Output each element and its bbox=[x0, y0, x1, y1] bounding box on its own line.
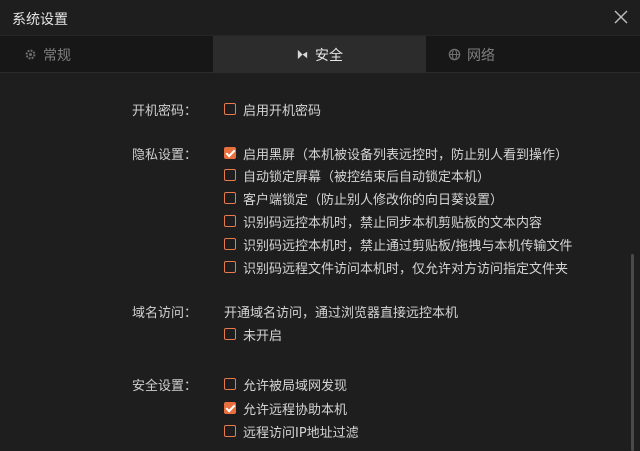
tab-network[interactable]: 网络 bbox=[426, 36, 639, 73]
option-label: 启用黑屏（本机被设备列表远控时，防止别人看到操作） bbox=[243, 147, 569, 163]
client-lock-checkbox[interactable] bbox=[224, 192, 236, 204]
enable-boot-password-option[interactable]: 启用开机密码 bbox=[224, 100, 322, 119]
disable-clipboard-file-transfer-checkbox[interactable] bbox=[224, 238, 236, 250]
disable-clipboard-text-sync-option[interactable]: 识别码远控本机时，禁止同步本机剪贴板的文本内容 bbox=[224, 212, 543, 231]
option-label: 未开启 bbox=[243, 328, 283, 344]
tab-general[interactable]: 常规 bbox=[0, 36, 213, 73]
close-icon bbox=[614, 10, 628, 24]
privacy-settings-label: 隐私设置： bbox=[132, 148, 198, 163]
option-label: 自动锁定屏幕（被控结束后自动锁定本机） bbox=[243, 169, 491, 185]
auto-lock-screen-option[interactable]: 自动锁定屏幕（被控结束后自动锁定本机） bbox=[224, 166, 491, 185]
gear-icon bbox=[25, 49, 36, 60]
settings-content: 开机密码： 启用开机密码 隐私设置： 启用黑屏（本机被设备列表远控时，防止别人看… bbox=[0, 74, 640, 451]
option-label: 允许远程协助本机 bbox=[243, 402, 348, 418]
enable-black-screen-checkbox[interactable] bbox=[224, 147, 236, 159]
close-button[interactable] bbox=[612, 8, 630, 26]
security-icon bbox=[297, 49, 308, 60]
vertical-scrollbar[interactable] bbox=[631, 254, 634, 451]
ip-filter-option[interactable]: 远程访问IP地址过滤 bbox=[224, 422, 359, 441]
tab-security[interactable]: 安全 bbox=[213, 36, 426, 73]
option-label: 启用开机密码 bbox=[243, 103, 322, 119]
option-label: 识别码远程文件访问本机时，仅允许对方访问指定文件夹 bbox=[243, 261, 569, 277]
boot-password-label: 开机密码： bbox=[132, 104, 198, 119]
title-bar: 系统设置 bbox=[0, 0, 640, 35]
option-label: 识别码远控本机时，禁止通过剪贴板/拖拽与本机传输文件 bbox=[243, 238, 573, 254]
tab-bar: 常规 安全 网络 bbox=[0, 35, 640, 73]
window-title: 系统设置 bbox=[12, 12, 68, 28]
option-label: 识别码远控本机时，禁止同步本机剪贴板的文本内容 bbox=[243, 215, 543, 231]
client-lock-option[interactable]: 客户端锁定（防止别人修改你的向日葵设置） bbox=[224, 189, 504, 208]
ip-filter-checkbox[interactable] bbox=[224, 425, 236, 437]
domain-access-checkbox[interactable] bbox=[224, 328, 236, 340]
enable-black-screen-option[interactable]: 启用黑屏（本机被设备列表远控时，防止别人看到操作） bbox=[224, 144, 569, 163]
remote-assist-checkbox[interactable] bbox=[224, 402, 236, 414]
restrict-file-access-folder-checkbox[interactable] bbox=[224, 261, 236, 273]
auto-lock-screen-checkbox[interactable] bbox=[224, 169, 236, 181]
domain-access-not-enabled-option[interactable]: 未开启 bbox=[224, 325, 283, 344]
domain-access-description: 开通域名访问，通过浏览器直接远控本机 bbox=[224, 302, 459, 321]
lan-discovery-option[interactable]: 允许被局域网发现 bbox=[224, 375, 348, 394]
option-label: 客户端锁定（防止别人修改你的向日葵设置） bbox=[243, 192, 504, 208]
enable-boot-password-checkbox[interactable] bbox=[224, 103, 236, 115]
disable-clipboard-text-sync-checkbox[interactable] bbox=[224, 215, 236, 227]
disable-clipboard-file-transfer-option[interactable]: 识别码远控本机时，禁止通过剪贴板/拖拽与本机传输文件 bbox=[224, 235, 573, 254]
tab-security-label: 安全 bbox=[315, 47, 343, 64]
lan-discovery-checkbox[interactable] bbox=[224, 378, 236, 390]
domain-access-label: 域名访问： bbox=[132, 306, 198, 321]
globe-icon bbox=[448, 48, 461, 61]
tab-general-label: 常规 bbox=[43, 47, 71, 64]
security-settings-label: 安全设置： bbox=[132, 379, 198, 394]
description-text: 开通域名访问，通过浏览器直接远控本机 bbox=[224, 305, 459, 321]
restrict-file-access-folder-option[interactable]: 识别码远程文件访问本机时，仅允许对方访问指定文件夹 bbox=[224, 258, 569, 277]
option-label: 远程访问IP地址过滤 bbox=[243, 425, 359, 441]
tab-network-label: 网络 bbox=[467, 47, 495, 64]
remote-assist-option[interactable]: 允许远程协助本机 bbox=[224, 399, 348, 418]
option-label: 允许被局域网发现 bbox=[243, 378, 348, 394]
